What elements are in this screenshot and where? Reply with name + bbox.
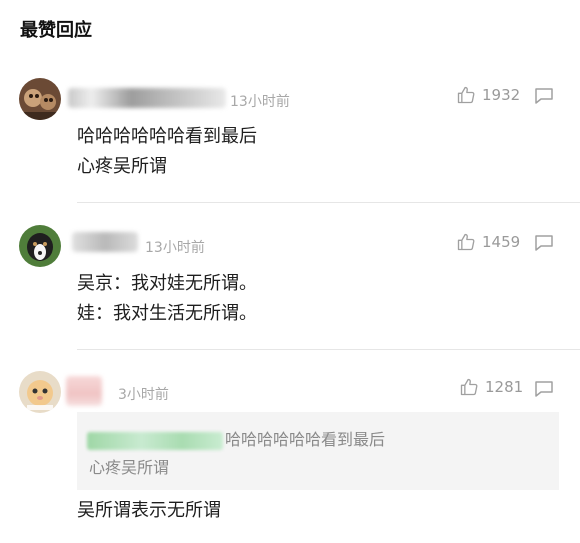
avatar[interactable] (19, 225, 61, 267)
reply-button[interactable] (534, 87, 554, 109)
comment-time: 13小时前 (230, 94, 290, 110)
like-count: 1932 (482, 86, 521, 104)
reply-button[interactable] (534, 380, 554, 402)
username-blurred[interactable] (68, 88, 226, 108)
section-title: 最赞回应 (20, 20, 92, 41)
comment-bubble-icon (535, 381, 553, 397)
comment-text-line: 娃：我对生活无所谓。 (77, 303, 257, 324)
username-blurred[interactable] (66, 376, 102, 406)
username-blurred[interactable] (72, 232, 138, 252)
avatar[interactable] (19, 371, 61, 413)
quoted-text-line: 心疼吴所谓 (89, 458, 170, 477)
avatar[interactable] (19, 78, 61, 120)
divider (77, 349, 580, 350)
quoted-username-blurred (87, 431, 223, 450)
comment-time: 3小时前 (118, 387, 169, 403)
comment-time: 13小时前 (145, 240, 205, 256)
thumbs-up-icon (457, 233, 475, 251)
comment-text-line: 心疼吴所谓 (77, 156, 167, 177)
like-button[interactable]: 1932 (456, 85, 520, 105)
thumbs-up-icon (460, 378, 478, 396)
like-button[interactable]: 1459 (456, 232, 520, 252)
like-count: 1281 (485, 378, 524, 396)
like-count: 1459 (482, 233, 521, 251)
comment-bubble-icon (535, 235, 553, 251)
reply-button[interactable] (534, 234, 554, 256)
comment-bubble-icon (535, 88, 553, 104)
comment-text-line: 吴所谓表示无所谓 (77, 500, 221, 521)
quoted-reply[interactable]: 哈哈哈哈哈哈看到最后 心疼吴所谓 (77, 412, 559, 490)
thumbs-up-icon (457, 86, 475, 104)
quoted-text-line: 哈哈哈哈哈哈看到最后 (87, 426, 385, 450)
comment-text-line: 哈哈哈哈哈哈看到最后 (77, 126, 257, 147)
comment-text-line: 吴京：我对娃无所谓。 (77, 273, 257, 294)
quoted-text: 哈哈哈哈哈哈看到最后 (225, 430, 386, 449)
like-button[interactable]: 1281 (459, 377, 523, 397)
divider (77, 202, 580, 203)
